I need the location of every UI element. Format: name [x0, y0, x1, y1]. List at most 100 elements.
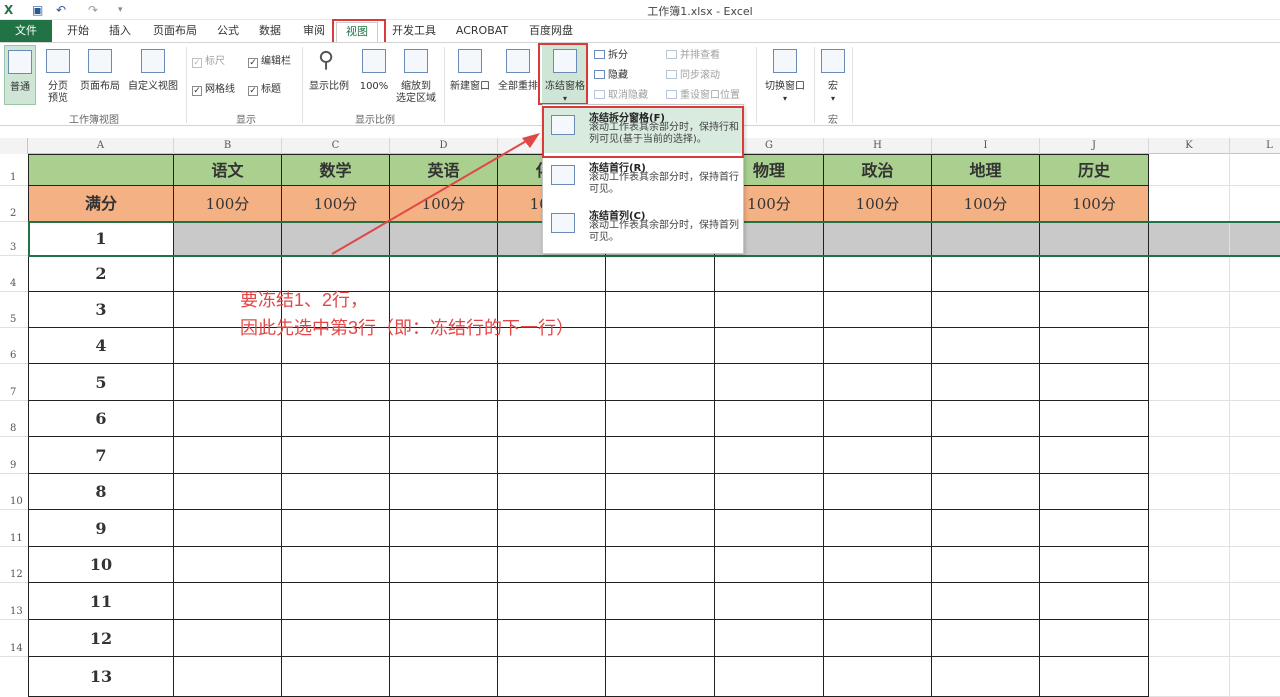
tab-data[interactable]: 数据: [254, 22, 286, 42]
cell[interactable]: [1149, 292, 1230, 328]
cell[interactable]: [1230, 364, 1280, 401]
score-cell[interactable]: [715, 364, 824, 401]
score-cell[interactable]: [932, 292, 1040, 328]
score-cell[interactable]: [715, 474, 824, 510]
score-cell[interactable]: [932, 657, 1040, 697]
score-cell[interactable]: [390, 620, 498, 657]
score-cell[interactable]: [824, 657, 932, 697]
score-cell[interactable]: [824, 256, 932, 292]
zoom-button[interactable]: ⚲ 显示比例: [306, 45, 352, 105]
custom-views-button[interactable]: 自定义视图: [124, 45, 182, 105]
score-cell[interactable]: [174, 620, 282, 657]
freeze-panes-option[interactable]: 冻结拆分窗格(F) 滚动工作表其余部分时，保持行和列可见(基于当前的选择)。: [543, 107, 743, 153]
row-header[interactable]: 11: [0, 510, 28, 547]
index-cell[interactable]: 1: [28, 222, 174, 256]
score-cell[interactable]: [390, 510, 498, 547]
score-cell[interactable]: [498, 474, 606, 510]
cell[interactable]: [1230, 620, 1280, 657]
score-cell[interactable]: [174, 364, 282, 401]
index-cell[interactable]: 12: [28, 620, 174, 657]
subject-header-cell[interactable]: 地理: [932, 154, 1040, 186]
score-cell[interactable]: [715, 292, 824, 328]
score-cell[interactable]: [282, 547, 390, 583]
gridlines-checkbox[interactable]: ✓ 网格线: [192, 83, 235, 97]
score-cell[interactable]: [932, 620, 1040, 657]
score-cell[interactable]: [824, 583, 932, 620]
score-cell[interactable]: [174, 583, 282, 620]
row-header[interactable]: 12: [0, 547, 28, 583]
score-cell[interactable]: [606, 474, 715, 510]
reset-window-position-button[interactable]: 重设窗口位置: [666, 89, 740, 103]
score-cell[interactable]: [606, 547, 715, 583]
view-side-by-side-button[interactable]: 并排查看: [666, 49, 720, 63]
score-cell[interactable]: [282, 583, 390, 620]
score-cell[interactable]: [715, 510, 824, 547]
row-header[interactable]: 10: [0, 474, 28, 510]
column-header[interactable]: H: [824, 138, 932, 154]
score-cell[interactable]: [1040, 583, 1149, 620]
column-header[interactable]: B: [174, 138, 282, 154]
score-cell[interactable]: [498, 583, 606, 620]
customize-toolbar-icon[interactable]: ▾: [118, 2, 123, 18]
cell[interactable]: [1149, 547, 1230, 583]
full-score-cell[interactable]: 100分: [390, 186, 498, 222]
cell[interactable]: [1149, 364, 1230, 401]
cell[interactable]: [1230, 510, 1280, 547]
sync-scroll-button[interactable]: 同步滚动: [666, 69, 720, 83]
cell[interactable]: [1230, 186, 1280, 222]
score-cell[interactable]: [932, 510, 1040, 547]
score-cell[interactable]: [174, 657, 282, 697]
full-score-cell[interactable]: 100分: [1040, 186, 1149, 222]
redo-icon[interactable]: ↷: [88, 2, 98, 18]
index-cell[interactable]: 13: [28, 657, 174, 697]
formula-bar-checkbox[interactable]: ✓ 编辑栏: [248, 55, 291, 69]
tab-review[interactable]: 审阅: [298, 22, 330, 42]
cell[interactable]: [1149, 583, 1230, 620]
unhide-button[interactable]: 取消隐藏: [594, 89, 648, 103]
zoom-100-button[interactable]: 100%: [356, 45, 392, 105]
normal-view-button[interactable]: 普通: [4, 45, 36, 105]
cell[interactable]: [1149, 401, 1230, 437]
score-cell[interactable]: [932, 364, 1040, 401]
tab-view[interactable]: 视图: [336, 22, 378, 42]
subject-header-cell[interactable]: [28, 154, 174, 186]
index-cell[interactable]: 7: [28, 437, 174, 474]
row-header[interactable]: 2: [0, 186, 28, 222]
score-cell[interactable]: [498, 510, 606, 547]
score-cell[interactable]: [715, 657, 824, 697]
score-cell[interactable]: [1040, 328, 1149, 364]
score-cell[interactable]: [824, 437, 932, 474]
score-cell[interactable]: [1040, 256, 1149, 292]
headings-checkbox[interactable]: ✓ 标题: [248, 83, 281, 97]
freeze-top-row-option[interactable]: 冻结首行(R) 滚动工作表其余部分时，保持首行可见。: [543, 157, 743, 203]
score-cell[interactable]: [390, 437, 498, 474]
score-cell[interactable]: [715, 583, 824, 620]
score-cell[interactable]: [390, 364, 498, 401]
score-cell[interactable]: [1040, 222, 1149, 256]
score-cell[interactable]: [498, 547, 606, 583]
score-cell[interactable]: [824, 364, 932, 401]
score-cell[interactable]: [174, 222, 282, 256]
column-header[interactable]: A: [28, 138, 174, 154]
subject-header-cell[interactable]: 政治: [824, 154, 932, 186]
score-cell[interactable]: [282, 401, 390, 437]
score-cell[interactable]: [282, 510, 390, 547]
tab-page-layout[interactable]: 页面布局: [146, 22, 204, 42]
score-cell[interactable]: [390, 583, 498, 620]
full-score-cell[interactable]: 100分: [174, 186, 282, 222]
score-cell[interactable]: [932, 547, 1040, 583]
score-cell[interactable]: [606, 437, 715, 474]
split-button[interactable]: 拆分: [594, 49, 628, 63]
score-cell[interactable]: [282, 437, 390, 474]
row-header[interactable]: 7: [0, 364, 28, 401]
cell[interactable]: [1230, 583, 1280, 620]
full-score-cell[interactable]: 满分: [28, 186, 174, 222]
row-header[interactable]: 5: [0, 292, 28, 328]
index-cell[interactable]: 5: [28, 364, 174, 401]
switch-windows-button[interactable]: 切换窗口 ▾: [760, 45, 810, 105]
column-header[interactable]: C: [282, 138, 390, 154]
score-cell[interactable]: [498, 657, 606, 697]
tab-file[interactable]: 文件: [0, 20, 52, 42]
cell[interactable]: [1149, 657, 1230, 697]
score-cell[interactable]: [282, 222, 390, 256]
